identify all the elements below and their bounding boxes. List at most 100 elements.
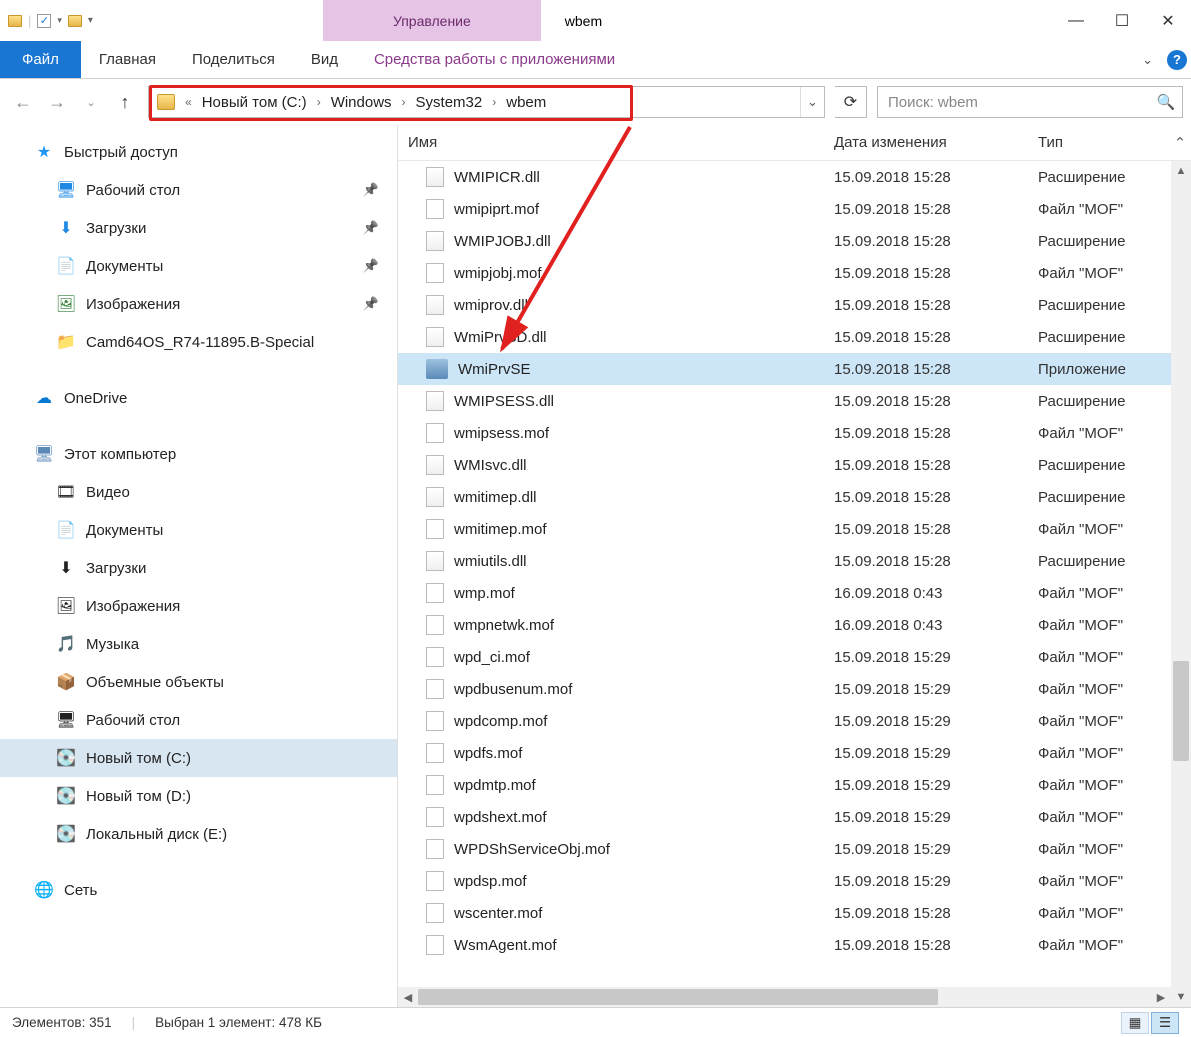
file-row[interactable]: wmiutils.dll 15.09.2018 15:28 Расширение xyxy=(398,545,1191,577)
file-row[interactable]: wpdmtp.mof 15.09.2018 15:29 Файл "MOF" xyxy=(398,769,1191,801)
file-name-cell: wpdsp.mof xyxy=(398,871,834,891)
sidebar-pc-item[interactable]: ⬇ Загрузки xyxy=(0,549,397,587)
horizontal-scrollbar[interactable]: ◀ ▶ xyxy=(398,987,1171,1007)
file-row[interactable]: wmipiprt.mof 15.09.2018 15:28 Файл "MOF" xyxy=(398,193,1191,225)
address-bar[interactable]: « Новый том (C:) › Windows › System32 › … xyxy=(148,86,825,118)
file-row[interactable]: wpdcomp.mof 15.09.2018 15:29 Файл "MOF" xyxy=(398,705,1191,737)
scroll-up-button[interactable]: ▲ xyxy=(1171,161,1191,181)
sidebar-quick-item[interactable]: 📁 Camd64OS_R74-11895.B-Special xyxy=(0,323,397,361)
sidebar-quick-access[interactable]: ★ Быстрый доступ xyxy=(0,133,397,171)
view-large-icons-button[interactable]: ▦ xyxy=(1121,1012,1149,1034)
scroll-up-icon[interactable]: ⌃ xyxy=(1169,134,1191,152)
file-row[interactable]: wmitimep.dll 15.09.2018 15:28 Расширение xyxy=(398,481,1191,513)
sidebar-pc-item[interactable]: 🖼 Изображения xyxy=(0,587,397,625)
scroll-thumb[interactable] xyxy=(1173,661,1189,761)
back-button[interactable]: ← xyxy=(8,87,38,117)
file-row[interactable]: wscenter.mof 15.09.2018 15:28 Файл "MOF" xyxy=(398,897,1191,929)
scroll-down-button[interactable]: ▼ xyxy=(1171,987,1191,1007)
file-icon xyxy=(426,711,444,731)
up-button[interactable]: ↑ xyxy=(110,87,140,117)
ribbon-collapse-icon[interactable]: ⌄ xyxy=(1132,41,1163,78)
breadcrumb-seg-3[interactable]: wbem xyxy=(500,87,552,117)
chevron-left-icon[interactable]: « xyxy=(181,95,196,109)
hscroll-track[interactable] xyxy=(418,987,1151,1007)
breadcrumb-seg-0[interactable]: Новый том (C:) xyxy=(196,87,313,117)
file-row[interactable]: wmipsess.mof 15.09.2018 15:28 Файл "MOF" xyxy=(398,417,1191,449)
sidebar-quick-item[interactable]: 🖼 Изображения xyxy=(0,285,397,323)
file-name: WmiPrvSD.dll xyxy=(454,329,547,346)
sidebar-this-pc[interactable]: 🖥 Этот компьютер xyxy=(0,435,397,473)
sidebar-pc-item[interactable]: 📦 Объемные объекты xyxy=(0,663,397,701)
file-icon xyxy=(426,775,444,795)
file-row[interactable]: wmpnetwk.mof 16.09.2018 0:43 Файл "MOF" xyxy=(398,609,1191,641)
forward-button[interactable]: → xyxy=(42,87,72,117)
column-name[interactable]: Имя xyxy=(398,134,834,151)
sidebar-pc-item[interactable]: 🖥 Рабочий стол xyxy=(0,701,397,739)
file-row[interactable]: wpd_ci.mof 15.09.2018 15:29 Файл "MOF" xyxy=(398,641,1191,673)
sidebar-quick-item[interactable]: 🖥 Рабочий стол xyxy=(0,171,397,209)
scroll-left-button[interactable]: ◀ xyxy=(398,987,418,1007)
file-row[interactable]: WsmAgent.mof 15.09.2018 15:28 Файл "MOF" xyxy=(398,929,1191,961)
file-row[interactable]: wmipjobj.mof 15.09.2018 15:28 Файл "MOF" xyxy=(398,257,1191,289)
chevron-right-icon[interactable]: › xyxy=(488,95,500,109)
file-row[interactable]: WMIPICR.dll 15.09.2018 15:28 Расширение xyxy=(398,161,1191,193)
column-type[interactable]: Тип xyxy=(1038,134,1169,151)
breadcrumb-seg-1[interactable]: Windows xyxy=(325,87,398,117)
close-button[interactable]: ✕ xyxy=(1145,0,1191,41)
file-row[interactable]: WPDShServiceObj.mof 15.09.2018 15:29 Фай… xyxy=(398,833,1191,865)
help-button[interactable]: ? xyxy=(1163,41,1191,78)
file-row[interactable]: WMIPSESS.dll 15.09.2018 15:28 Расширение xyxy=(398,385,1191,417)
file-name: wmiprov.dll xyxy=(454,297,528,314)
minimize-button[interactable]: — xyxy=(1053,0,1099,41)
refresh-button[interactable]: ⟳ xyxy=(835,86,867,118)
file-row[interactable]: WmiPrvSD.dll 15.09.2018 15:28 Расширение xyxy=(398,321,1191,353)
sidebar-network[interactable]: 🌐 Сеть xyxy=(0,871,397,909)
address-dropdown-icon[interactable]: ⌄ xyxy=(800,87,824,117)
view-details-button[interactable]: ☰ xyxy=(1151,1012,1179,1034)
sidebar-pc-item[interactable]: 🎵 Музыка xyxy=(0,625,397,663)
sidebar-pc-item[interactable]: 💽 Новый том (C:) xyxy=(0,739,397,777)
recent-dropdown-icon[interactable]: ⌄ xyxy=(76,87,106,117)
search-input[interactable] xyxy=(878,94,1150,111)
scroll-right-button[interactable]: ▶ xyxy=(1151,987,1171,1007)
sidebar-pc-item[interactable]: 💽 Локальный диск (E:) xyxy=(0,815,397,853)
qa-checkbox-icon[interactable]: ✓ xyxy=(37,14,51,28)
chevron-right-icon[interactable]: › xyxy=(313,95,325,109)
file-row[interactable]: wpdbusenum.mof 15.09.2018 15:29 Файл "MO… xyxy=(398,673,1191,705)
file-row[interactable]: wmiprov.dll 15.09.2018 15:28 Расширение xyxy=(398,289,1191,321)
file-row[interactable]: wpdshext.mof 15.09.2018 15:29 Файл "MOF" xyxy=(398,801,1191,833)
file-row[interactable]: wmitimep.mof 15.09.2018 15:28 Файл "MOF" xyxy=(398,513,1191,545)
column-date[interactable]: Дата изменения xyxy=(834,134,1038,151)
qa-dropdown-icon[interactable]: ▾ xyxy=(57,15,62,26)
file-row[interactable]: WmiPrvSE 15.09.2018 15:28 Приложение xyxy=(398,353,1191,385)
file-date: 15.09.2018 15:28 xyxy=(834,393,1038,410)
search-icon[interactable]: 🔍 xyxy=(1150,93,1182,111)
tab-file[interactable]: Файл xyxy=(0,41,81,78)
chevron-right-icon[interactable]: › xyxy=(398,95,410,109)
sidebar-quick-item[interactable]: 📄 Документы xyxy=(0,247,397,285)
file-icon xyxy=(426,295,444,315)
qa-overflow-icon[interactable]: ▾ xyxy=(88,15,93,26)
search-box[interactable]: 🔍 xyxy=(877,86,1183,118)
maximize-button[interactable]: ☐ xyxy=(1099,0,1145,41)
file-row[interactable]: wpdfs.mof 15.09.2018 15:29 Файл "MOF" xyxy=(398,737,1191,769)
tab-view[interactable]: Вид xyxy=(293,41,356,78)
file-row[interactable]: WMIPJOBJ.dll 15.09.2018 15:28 Расширение xyxy=(398,225,1191,257)
file-row[interactable]: wpdsp.mof 15.09.2018 15:29 Файл "MOF" xyxy=(398,865,1191,897)
sidebar-pc-item[interactable]: 💽 Новый том (D:) xyxy=(0,777,397,815)
cloud-icon: ☁ xyxy=(34,389,54,407)
sidebar-pc-item[interactable]: 📄 Документы xyxy=(0,511,397,549)
breadcrumb-seg-2[interactable]: System32 xyxy=(410,87,489,117)
sidebar-quick-item[interactable]: ⬇ Загрузки xyxy=(0,209,397,247)
tab-home[interactable]: Главная xyxy=(81,41,174,78)
vertical-scrollbar[interactable]: ▲ ▼ xyxy=(1171,161,1191,1007)
scroll-track[interactable] xyxy=(1171,181,1191,987)
sidebar-onedrive[interactable]: ☁ OneDrive xyxy=(0,379,397,417)
tab-app-tools[interactable]: Средства работы с приложениями xyxy=(356,41,633,78)
file-row[interactable]: wmp.mof 16.09.2018 0:43 Файл "MOF" xyxy=(398,577,1191,609)
sidebar-pc-item[interactable]: 🎞 Видео xyxy=(0,473,397,511)
hscroll-thumb[interactable] xyxy=(418,989,938,1005)
file-icon xyxy=(426,807,444,827)
file-row[interactable]: WMIsvc.dll 15.09.2018 15:28 Расширение xyxy=(398,449,1191,481)
tab-share[interactable]: Поделиться xyxy=(174,41,293,78)
